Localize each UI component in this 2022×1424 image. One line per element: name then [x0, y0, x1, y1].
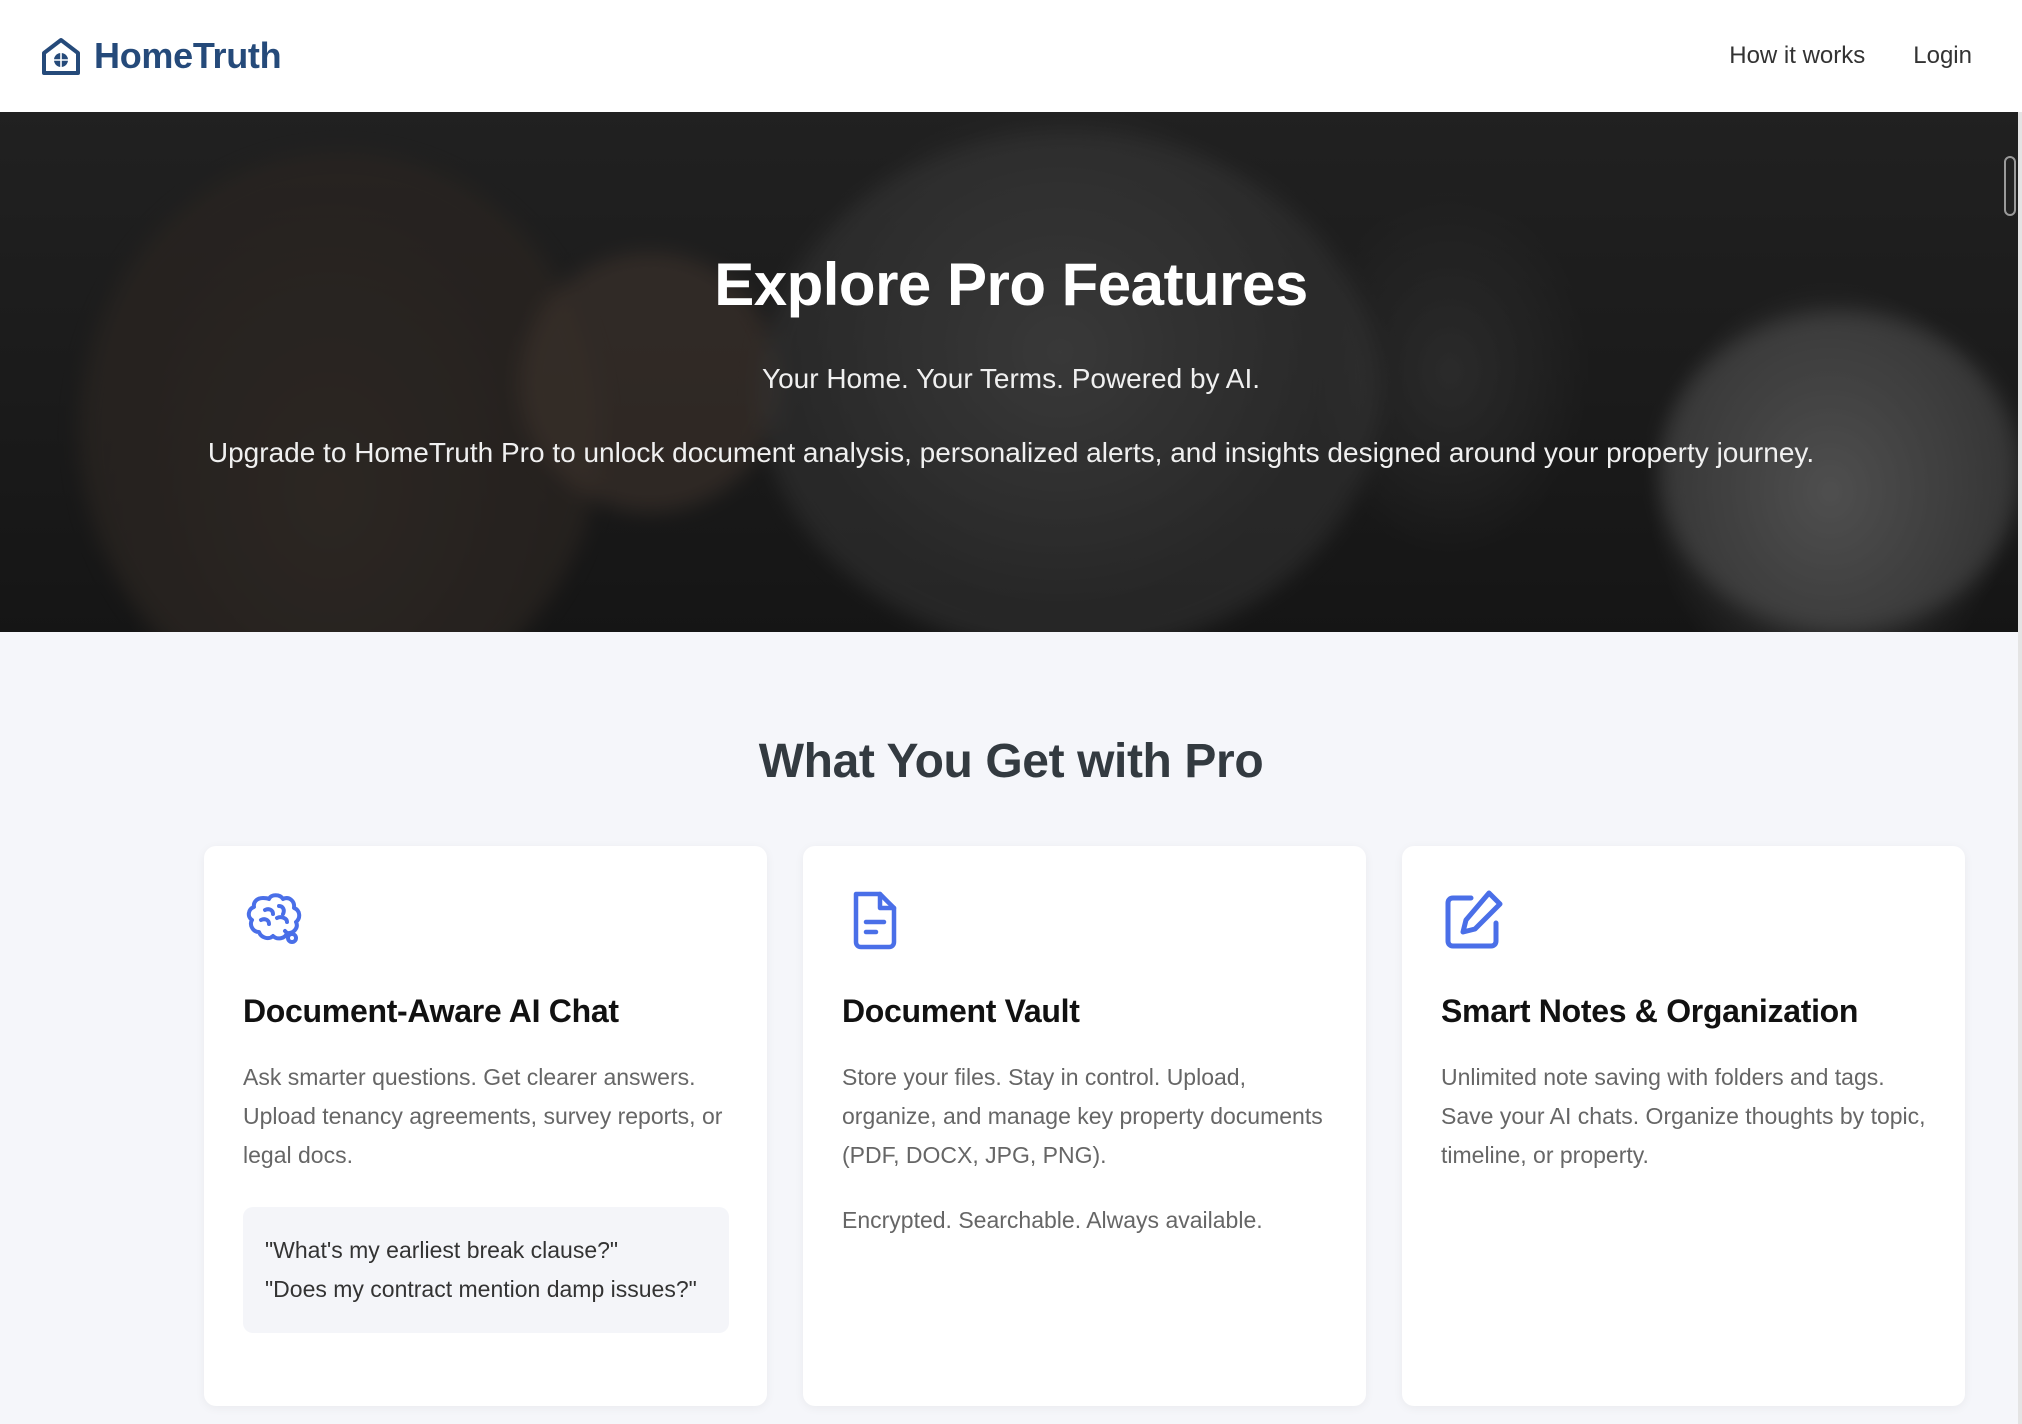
feature-card-text: Store your files. Stay in control. Uploa… — [842, 1064, 1323, 1168]
hero-title: Explore Pro Features — [714, 251, 1308, 318]
feature-cards: Document-Aware AI Chat Ask smarter quest… — [204, 846, 1965, 1406]
example-question: "What's my earliest break clause?" — [265, 1237, 619, 1263]
features-title: What You Get with Pro — [758, 735, 1264, 788]
brand-logo[interactable]: HomeTruth — [40, 35, 282, 77]
hero-subtitle: Your Home. Your Terms. Powered by AI. — [761, 363, 1261, 394]
feature-card-text: Unlimited note saving with folders and t… — [1441, 1064, 1926, 1168]
feature-card-title: Document-Aware AI Chat — [243, 993, 619, 1029]
hero-content: Explore Pro Features Your Home. Your Ter… — [0, 112, 2022, 632]
hero-description: Upgrade to HomeTruth Pro to unlock docum… — [207, 437, 1815, 468]
edit-icon — [1445, 890, 1503, 949]
brain-icon — [246, 893, 302, 944]
document-icon — [853, 891, 897, 950]
house-logo-icon — [42, 38, 80, 75]
feature-card-ai-chat: Document-Aware AI Chat Ask smarter quest… — [204, 846, 767, 1406]
top-nav: How it works Login — [1729, 42, 1972, 70]
example-questions-box: "What's my earliest break clause?" "Does… — [243, 1207, 729, 1333]
brand-name: HomeTruth — [94, 35, 282, 76]
nav-link-login[interactable]: Login — [1913, 42, 1972, 70]
feature-card-smart-notes: Smart Notes & Organization Unlimited not… — [1402, 846, 1965, 1406]
feature-card-text-secondary: Encrypted. Searchable. Always available. — [842, 1207, 1263, 1233]
site-header: HomeTruth How it works Login — [0, 0, 2022, 112]
example-question: "Does my contract mention damp issues?" — [265, 1276, 697, 1302]
nav-link-how-it-works[interactable]: How it works — [1729, 42, 1865, 70]
feature-card-text: Ask smarter questions. Get clearer answe… — [243, 1064, 723, 1168]
hero-banner: Explore Pro Features Your Home. Your Ter… — [0, 112, 2022, 632]
feature-card-title: Smart Notes & Organization — [1441, 993, 1859, 1029]
page: HomeTruth How it works Login Explore Pro… — [0, 0, 2022, 1424]
feature-card-document-vault: Document Vault Store your files. Stay in… — [803, 846, 1366, 1406]
feature-card-title: Document Vault — [842, 993, 1080, 1029]
scrollbar-thumb[interactable] — [2004, 156, 2016, 216]
